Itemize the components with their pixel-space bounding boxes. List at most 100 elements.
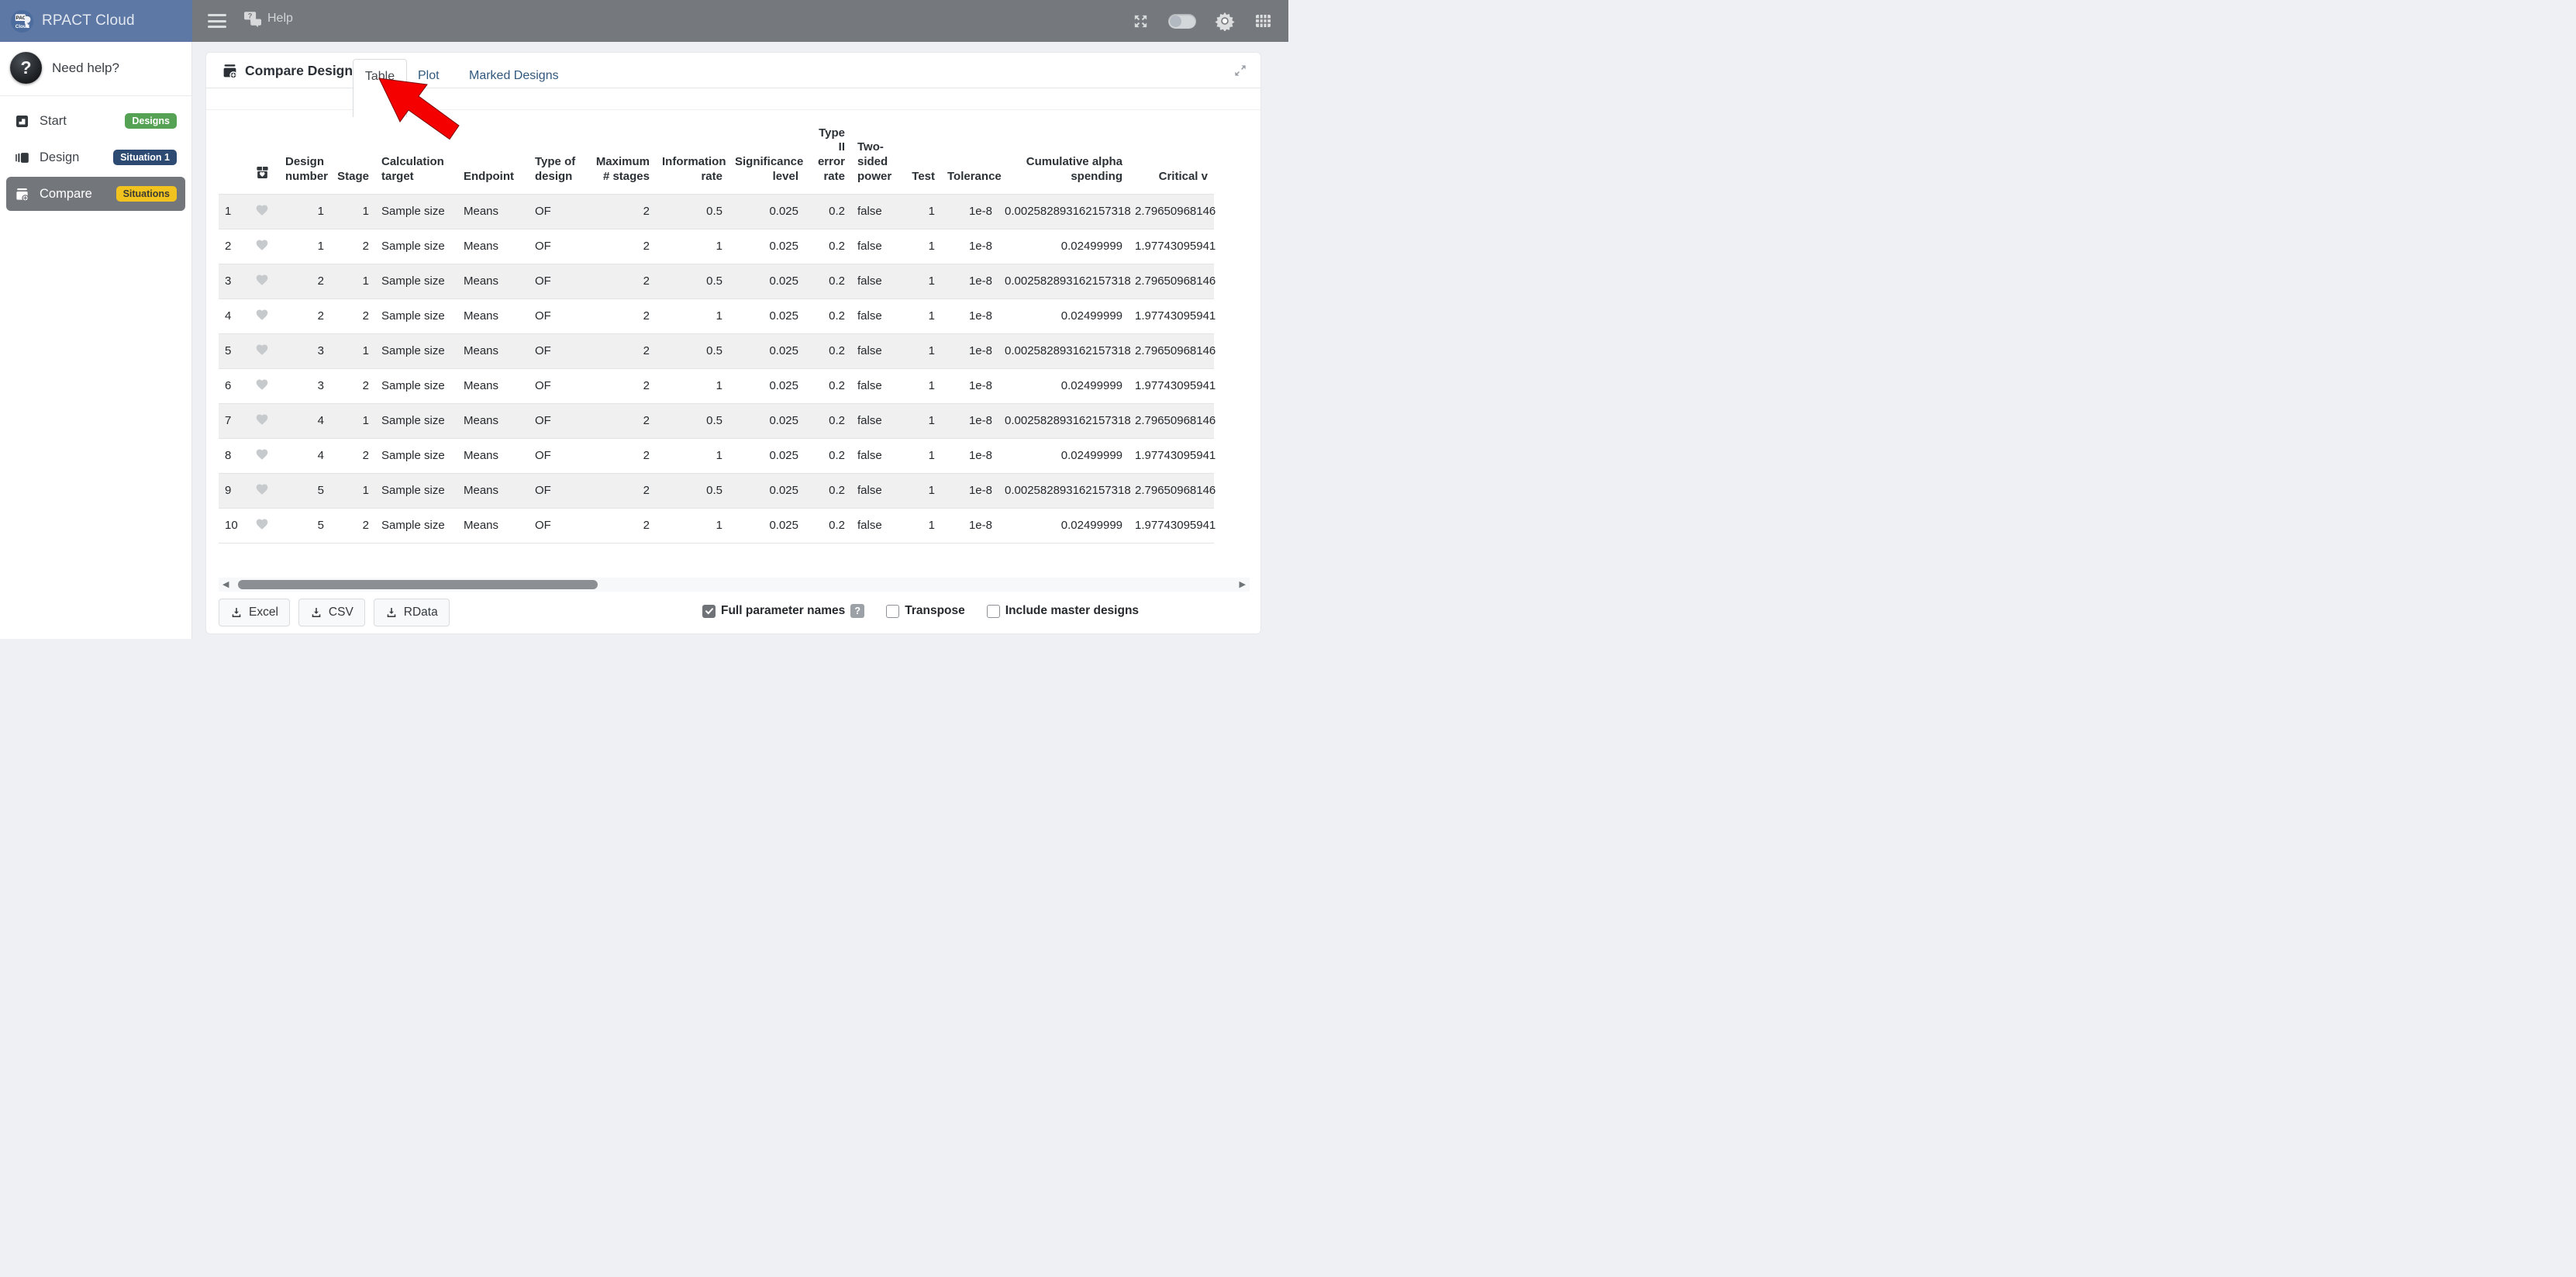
stage-cell: 1 xyxy=(330,473,375,508)
information-rate-cell: 1 xyxy=(656,438,729,473)
full-parameter-names-option[interactable]: Full parameter names ? xyxy=(702,604,864,618)
rdata-export-button[interactable]: RData xyxy=(374,599,450,626)
expand-panel-icon[interactable] xyxy=(1233,63,1248,82)
transpose-checkbox[interactable] xyxy=(886,605,899,618)
calculation-target-cell: Sample size xyxy=(375,403,457,438)
heart-icon[interactable] xyxy=(255,413,269,426)
parameter-names-help-icon[interactable]: ? xyxy=(850,604,864,618)
col-header-max-stages: Maximum # stages xyxy=(589,113,656,194)
sidebar-item-start[interactable]: Start Designs xyxy=(6,104,185,138)
mark-heart-cell[interactable] xyxy=(245,473,279,508)
scrollbar-thumb[interactable] xyxy=(238,580,598,589)
type-of-design-cell: OF xyxy=(529,333,589,368)
mark-heart-cell[interactable] xyxy=(245,438,279,473)
mark-heart-cell[interactable] xyxy=(245,229,279,264)
mark-heart-cell[interactable] xyxy=(245,299,279,333)
include-master-designs-option[interactable]: Include master designs xyxy=(987,604,1139,618)
table-row: 632Sample sizeMeansOF210.0250.2false11e-… xyxy=(219,368,1214,403)
mark-heart-cell[interactable] xyxy=(245,508,279,543)
calculation-target-cell: Sample size xyxy=(375,438,457,473)
endpoint-cell: Means xyxy=(457,438,529,473)
col-header-type2-error-rate: Type II error rate xyxy=(805,113,851,194)
test-cell: 1 xyxy=(901,473,941,508)
full-parameter-names-checkbox[interactable] xyxy=(702,605,716,618)
tolerance-cell: 1e-8 xyxy=(941,508,998,543)
calculation-target-cell: Sample size xyxy=(375,194,457,229)
design-number-cell: 1 xyxy=(279,229,330,264)
tab-table[interactable]: Table xyxy=(353,59,407,117)
tab-plot[interactable]: Plot xyxy=(418,69,440,83)
heart-icon[interactable] xyxy=(255,518,269,530)
mark-heart-cell[interactable] xyxy=(245,333,279,368)
heart-icon[interactable] xyxy=(255,204,269,216)
tolerance-cell: 1e-8 xyxy=(941,299,998,333)
mark-heart-cell[interactable] xyxy=(245,264,279,299)
heart-icon[interactable] xyxy=(255,343,269,356)
max-stages-cell: 2 xyxy=(589,333,656,368)
heart-icon[interactable] xyxy=(255,378,269,391)
app-title: RPACT Cloud xyxy=(42,12,135,29)
excel-export-button[interactable]: Excel xyxy=(219,599,290,626)
tolerance-cell: 1e-8 xyxy=(941,229,998,264)
row-index-cell: 1 xyxy=(219,194,245,229)
type-of-design-cell: OF xyxy=(529,194,589,229)
stage-cell: 1 xyxy=(330,333,375,368)
information-rate-cell: 1 xyxy=(656,368,729,403)
app-brand[interactable]: PACT Cloud RPACT Cloud xyxy=(0,0,192,42)
tab-marked-designs[interactable]: Marked Designs xyxy=(469,69,559,83)
two-sided-power-cell: false xyxy=(851,333,901,368)
significance-level-cell: 0.025 xyxy=(729,473,805,508)
sidebar-need-help[interactable]: ? Need help? xyxy=(0,42,191,95)
row-index-cell: 2 xyxy=(219,229,245,264)
type-of-design-cell: OF xyxy=(529,368,589,403)
heart-icon[interactable] xyxy=(255,309,269,321)
design-badge: Situation 1 xyxy=(113,150,177,165)
topbar-actions xyxy=(1132,0,1273,42)
information-rate-cell: 0.5 xyxy=(656,264,729,299)
test-cell: 1 xyxy=(901,438,941,473)
sidebar-item-design[interactable]: Design Situation 1 xyxy=(6,140,185,174)
critical-value-cell: 2.79650968146 xyxy=(1129,473,1214,508)
sidebar-nav: Start Designs Design Situation 1 xyxy=(0,104,191,211)
information-rate-cell: 0.5 xyxy=(656,194,729,229)
heart-icon[interactable] xyxy=(255,239,269,251)
endpoint-cell: Means xyxy=(457,473,529,508)
stage-cell: 2 xyxy=(330,368,375,403)
col-header-cumulative-alpha-spending: Cumulative alpha spending xyxy=(998,113,1129,194)
type2-error-rate-cell: 0.2 xyxy=(805,333,851,368)
table-row: 111Sample sizeMeansOF20.50.0250.2false11… xyxy=(219,194,1214,229)
cumulative-alpha-spending-cell: 0.02499999 xyxy=(998,299,1129,333)
mark-heart-cell[interactable] xyxy=(245,403,279,438)
heart-icon[interactable] xyxy=(255,448,269,461)
sidebar-item-compare[interactable]: Compare Situations xyxy=(6,177,185,211)
settings-gear-icon[interactable] xyxy=(1215,11,1235,31)
significance-level-cell: 0.025 xyxy=(729,333,805,368)
scroll-right-arrow-icon[interactable]: ▶ xyxy=(1240,579,1246,590)
scroll-left-arrow-icon[interactable]: ◀ xyxy=(222,579,229,590)
calculation-target-cell: Sample size xyxy=(375,508,457,543)
csv-export-button[interactable]: CSV xyxy=(298,599,365,626)
heart-icon[interactable] xyxy=(255,274,269,286)
hamburger-menu-icon[interactable] xyxy=(208,12,226,29)
col-header-information-rate: Information rate xyxy=(656,113,729,194)
row-index-cell: 10 xyxy=(219,508,245,543)
download-icon xyxy=(385,606,398,619)
table-row: 422Sample sizeMeansOF210.0250.2false11e-… xyxy=(219,299,1214,333)
design-number-cell: 5 xyxy=(279,473,330,508)
type2-error-rate-cell: 0.2 xyxy=(805,508,851,543)
transpose-option[interactable]: Transpose xyxy=(886,604,965,618)
include-master-designs-checkbox[interactable] xyxy=(987,605,1000,618)
max-stages-cell: 2 xyxy=(589,403,656,438)
help-menu[interactable]: ? Help xyxy=(243,10,293,27)
two-sided-power-cell: false xyxy=(851,473,901,508)
horizontal-scrollbar[interactable]: ◀ ▶ xyxy=(219,578,1250,592)
start-badge: Designs xyxy=(125,113,177,129)
mark-heart-cell[interactable] xyxy=(245,368,279,403)
fullscreen-icon[interactable] xyxy=(1132,12,1150,30)
tolerance-cell: 1e-8 xyxy=(941,473,998,508)
mark-heart-cell[interactable] xyxy=(245,194,279,229)
heart-icon[interactable] xyxy=(255,483,269,495)
theme-toggle-switch[interactable] xyxy=(1168,14,1196,29)
table-grid-icon[interactable] xyxy=(1254,12,1273,30)
question-mark-icon: ? xyxy=(10,52,42,84)
